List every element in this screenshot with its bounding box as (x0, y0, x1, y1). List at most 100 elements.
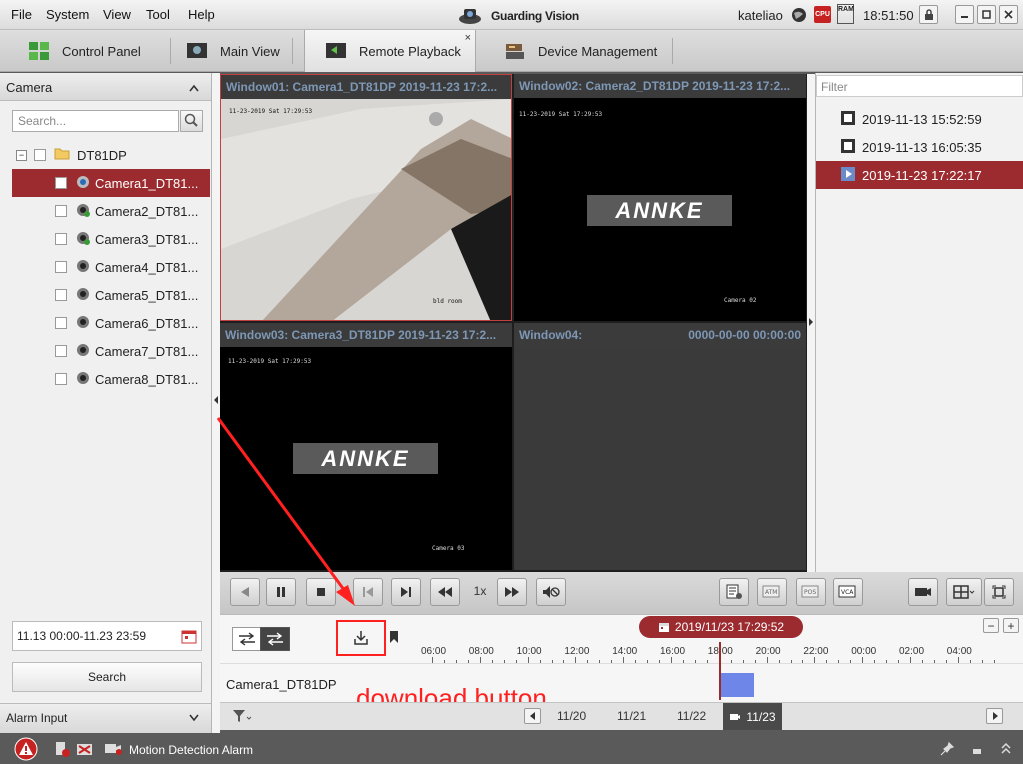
globe-icon[interactable] (791, 7, 807, 26)
date-item[interactable]: 11/22 (677, 709, 706, 723)
vca-search-button[interactable]: VCA (833, 578, 863, 606)
speed-up-button[interactable] (497, 578, 527, 606)
lock-icon[interactable] (919, 5, 938, 24)
menu-help[interactable]: Help (188, 7, 215, 22)
pin-icon[interactable] (940, 741, 955, 759)
camera-search-input[interactable]: Search... (12, 110, 179, 132)
filter-input[interactable]: Filter (816, 75, 1023, 97)
collapse-up-icon[interactable] (189, 80, 199, 95)
hour-tick-label: 04:00 (946, 646, 972, 657)
layout-grid-icon (953, 585, 975, 599)
previous-date-button[interactable] (524, 708, 541, 724)
slow-down-button[interactable] (430, 578, 460, 606)
chevron-down-icon[interactable] (189, 711, 199, 725)
close-button[interactable] (999, 5, 1018, 24)
camera-item-6[interactable]: Camera6_DT81... (0, 309, 211, 337)
video-alarm-icon[interactable] (76, 741, 94, 760)
camera-checkbox[interactable] (55, 233, 67, 245)
menu-file[interactable]: File (11, 7, 32, 22)
calendar-icon[interactable] (181, 628, 197, 647)
reverse-play-button[interactable] (230, 578, 260, 606)
record-segment[interactable] (720, 673, 754, 697)
record-item-2[interactable]: 2019-11-13 16:05:35 (816, 133, 1023, 161)
search-button[interactable] (180, 110, 203, 132)
osd-camera: bld room (433, 298, 462, 305)
record-item-1[interactable]: 2019-11-13 15:52:59 (816, 105, 1023, 133)
search-records-button[interactable]: Search (12, 662, 202, 692)
right-splitter[interactable] (807, 74, 815, 572)
camera-item-1[interactable]: Camera1_DT81... (12, 169, 210, 197)
group-checkbox[interactable] (34, 149, 46, 161)
playback-window-1[interactable]: Window01: Camera1_DT81DP 2019-11-23 17:2… (220, 74, 512, 321)
stop-button[interactable] (306, 578, 336, 606)
alarm-warning-icon[interactable] (14, 737, 38, 764)
hour-tick-label: 08:00 (468, 646, 494, 657)
camera-checkbox[interactable] (55, 261, 67, 273)
camera-item-7[interactable]: Camera7_DT81... (0, 337, 211, 365)
hour-tick-label: 00:00 (851, 646, 877, 657)
restore-icon[interactable] (972, 744, 982, 758)
tab-main-view[interactable]: Main View (158, 30, 298, 72)
hour-ruler[interactable]: 06:0008:0010:0012:0014:0016:0018:0020:00… (220, 615, 1023, 665)
playback-window-4[interactable]: Window04: 0000-00-00 00:00:00 (514, 323, 806, 570)
date-item[interactable]: 11/20 (557, 709, 586, 723)
menu-tool[interactable]: Tool (146, 7, 170, 22)
left-splitter[interactable] (212, 73, 220, 733)
capture-button[interactable] (908, 578, 938, 606)
playback-window-3[interactable]: Window03: Camera3_DT81DP 2019-11-23 17:2… (220, 323, 512, 570)
camera-label: Camera7_DT81... (95, 343, 199, 359)
camera-tree: − DT81DP Camera1_DT81... Camera2_DT81...… (0, 141, 211, 393)
maximize-button[interactable] (977, 5, 996, 24)
stop-icon (317, 588, 325, 596)
menu-view[interactable]: View (103, 7, 131, 22)
hour-tick-label: 12:00 (564, 646, 590, 657)
expand-up-icon[interactable] (1001, 742, 1011, 757)
camera-checkbox[interactable] (55, 177, 67, 189)
camera-item-4[interactable]: Camera4_DT81... (0, 253, 211, 281)
window-layout-button[interactable] (946, 578, 982, 606)
camera-item-2[interactable]: Camera2_DT81... (0, 197, 211, 225)
camera-checkbox[interactable] (55, 373, 67, 385)
playhead-line[interactable] (719, 642, 721, 700)
date-range-field[interactable]: 11.13 00:00-11.23 23:59 (12, 621, 202, 651)
playback-window-2[interactable]: Window02: Camera2_DT81DP 2019-11-23 17:2… (514, 74, 806, 321)
audio-button[interactable] (536, 578, 566, 606)
tab-close-icon[interactable]: × (465, 32, 471, 44)
next-date-button[interactable] (986, 708, 1003, 724)
camera-icon (75, 175, 91, 192)
tab-device-management[interactable]: Device Management (476, 30, 672, 72)
camera-item-5[interactable]: Camera5_DT81... (0, 281, 211, 309)
camera-panel-header[interactable]: Camera (0, 73, 211, 101)
camera-item-8[interactable]: Camera8_DT81... (0, 365, 211, 393)
camera-icon (75, 203, 91, 220)
single-frame-back-button[interactable] (353, 578, 383, 606)
atm-search-button[interactable]: ATM (757, 578, 787, 606)
record-item-3[interactable]: 2019-11-23 17:22:17 (816, 161, 1023, 189)
pos-search-button[interactable]: POS (796, 578, 826, 606)
tree-group[interactable]: − DT81DP (0, 141, 211, 169)
single-frame-forward-button[interactable] (391, 578, 421, 606)
event-search-button[interactable] (719, 578, 749, 606)
tab-control-panel[interactable]: Control Panel (0, 30, 175, 72)
date-item-selected[interactable]: 11/23 (723, 703, 782, 730)
tab-remote-playback[interactable]: Remote Playback × (304, 30, 476, 72)
fullscreen-button[interactable] (984, 578, 1014, 606)
hour-tick-label: 02:00 (899, 646, 925, 657)
camera-item-3[interactable]: Camera3_DT81... (0, 225, 211, 253)
minimize-button[interactable] (955, 5, 974, 24)
camera-checkbox[interactable] (55, 289, 67, 301)
camera-checkbox[interactable] (55, 317, 67, 329)
menu-system[interactable]: System (46, 7, 89, 22)
fullscreen-icon (992, 585, 1006, 599)
alarm-input-header[interactable]: Alarm Input (0, 703, 212, 733)
osd-camera: Camera 02 (724, 297, 757, 304)
camera-checkbox[interactable] (55, 205, 67, 217)
hour-tick-label: 20:00 (755, 646, 781, 657)
date-item[interactable]: 11/21 (617, 709, 646, 723)
collapse-minus-icon[interactable]: − (16, 149, 27, 161)
filter-funnel-icon[interactable] (232, 708, 252, 727)
camera-checkbox[interactable] (55, 345, 67, 357)
tab-label: Control Panel (62, 43, 141, 59)
pause-button[interactable] (266, 578, 296, 606)
device-alarm-icon[interactable] (54, 741, 70, 760)
